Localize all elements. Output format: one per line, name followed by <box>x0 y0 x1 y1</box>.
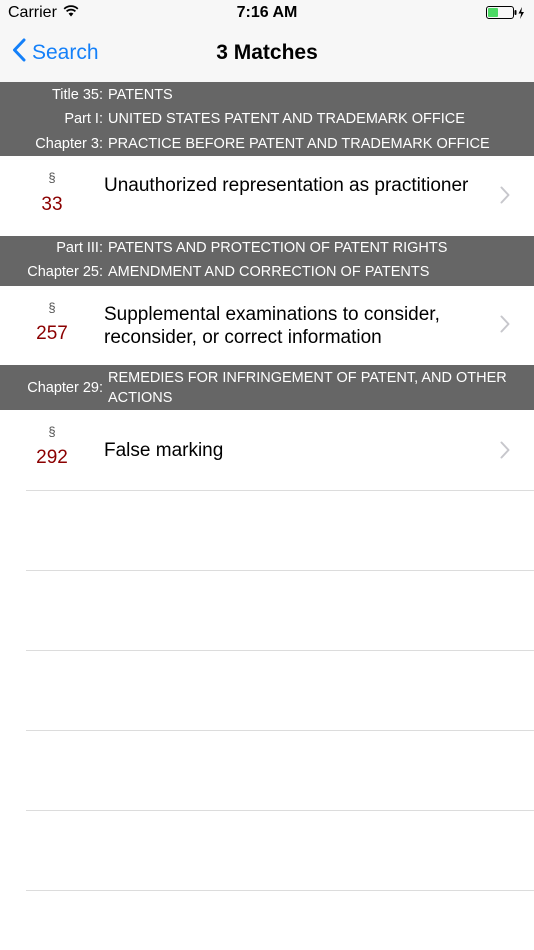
section-header-chapter-3: Title 35: PATENTS Part I: UNITED STATES … <box>0 82 534 156</box>
chevron-right-icon <box>500 315 510 338</box>
section-row-292[interactable]: § 292 False marking <box>0 410 534 490</box>
section-symbol: § <box>48 300 56 315</box>
header-value: UNITED STATES PATENT AND TRADEMARK OFFIC… <box>108 111 465 127</box>
header-row-title: Title 35: PATENTS <box>0 87 534 103</box>
header-label: Part III: <box>56 240 103 256</box>
row-separator <box>26 570 534 571</box>
header-row-chapter: Chapter 29: REMEDIES FOR INFRINGEMENT OF… <box>0 367 534 408</box>
header-value: PRACTICE BEFORE PATENT AND TRADEMARK OFF… <box>108 136 490 152</box>
status-bar: Carrier 7:16 AM <box>0 0 534 28</box>
row-separator <box>26 650 534 651</box>
header-value: REMEDIES FOR INFRINGEMENT OF PATENT, AND… <box>108 369 507 406</box>
section-title: False marking <box>104 440 224 461</box>
header-row-chapter: Chapter 25: AMENDMENT AND CORRECTION OF … <box>0 264 534 280</box>
navigation-bar: Search 3 Matches <box>0 28 534 82</box>
chevron-right-icon <box>500 186 510 209</box>
header-row-part: Part III: PATENTS AND PROTECTION OF PATE… <box>0 240 534 256</box>
page-title: 3 Matches <box>216 41 318 64</box>
section-row-33[interactable]: § 33 Unauthorized representation as prac… <box>0 156 534 236</box>
header-label: Chapter 29: <box>27 379 103 396</box>
row-separator <box>26 490 534 491</box>
section-header-chapter-25: Part III: PATENTS AND PROTECTION OF PATE… <box>0 236 534 286</box>
section-symbol: § <box>48 424 56 439</box>
row-separator <box>26 810 534 811</box>
section-title: Supplemental examinations to consider, r… <box>104 304 440 348</box>
header-row-chapter: Chapter 3: PRACTICE BEFORE PATENT AND TR… <box>0 136 534 152</box>
section-title: Unauthorized representation as practitio… <box>104 175 469 196</box>
row-separator <box>26 730 534 731</box>
header-label: Chapter 3: <box>35 136 103 152</box>
section-symbol: § <box>48 170 56 185</box>
header-value: AMENDMENT AND CORRECTION OF PATENTS <box>108 264 430 280</box>
section-row-257[interactable]: § 257 Supplemental examinations to consi… <box>0 286 534 365</box>
section-number: 292 <box>36 447 68 468</box>
clock: 7:16 AM <box>236 4 298 21</box>
header-value: PATENTS <box>108 87 173 103</box>
section-number: 257 <box>36 323 68 344</box>
row-separator <box>26 890 534 891</box>
header-label: Chapter 25: <box>27 264 103 280</box>
header-row-part: Part I: UNITED STATES PATENT AND TRADEMA… <box>0 111 534 127</box>
header-label: Title 35: <box>51 87 103 103</box>
section-number: 33 <box>41 194 63 215</box>
header-value: PATENTS AND PROTECTION OF PATENT RIGHTS <box>108 240 448 256</box>
header-label: Part I: <box>64 111 103 127</box>
section-header-chapter-29: Chapter 29: REMEDIES FOR INFRINGEMENT OF… <box>0 365 534 410</box>
chevron-right-icon <box>500 441 510 464</box>
bolt-icon <box>518 7 524 19</box>
battery-icon <box>486 6 526 20</box>
